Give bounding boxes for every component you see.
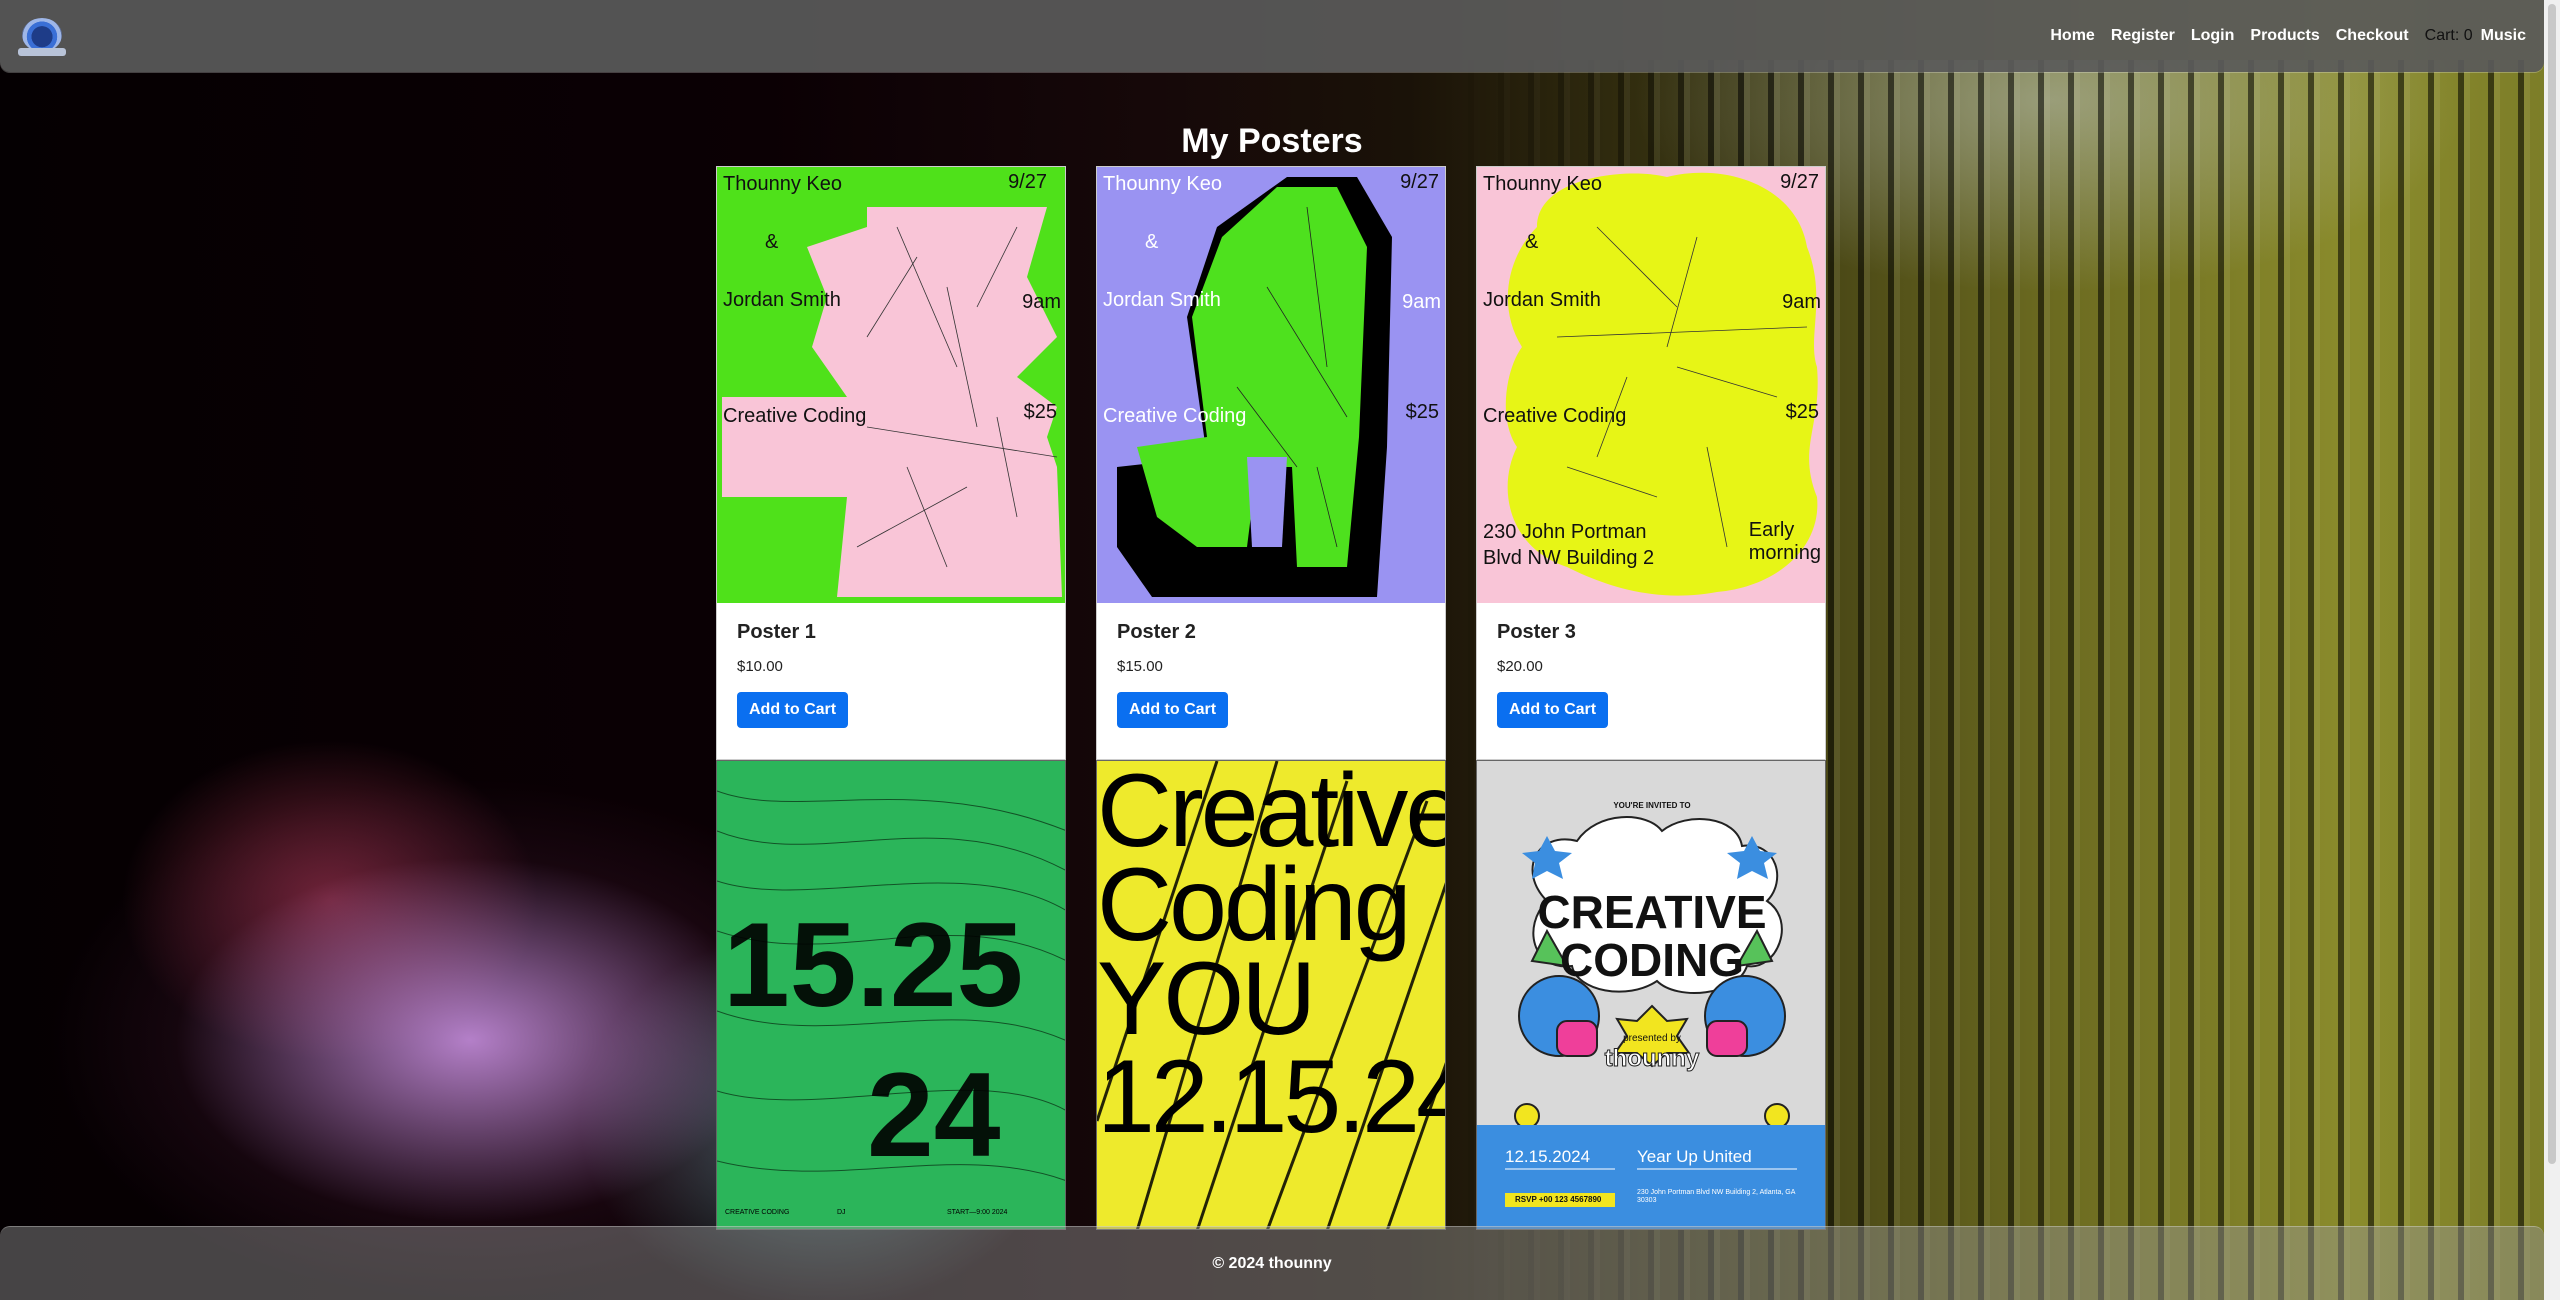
nav-login[interactable]: Login	[2191, 27, 2235, 45]
poster-date: 9/27	[1780, 171, 1819, 193]
poster-footer-right: START—9:00 2024	[947, 1209, 1008, 1216]
poster-names1: Thounny Keo	[1103, 173, 1222, 195]
nav-products[interactable]: Products	[2250, 27, 2319, 45]
page-footer: © 2024 thounny	[0, 1226, 2544, 1300]
add-to-cart-button[interactable]: Add to Cart	[737, 692, 849, 728]
poster-image[interactable]: 15.25 24 CREATIVE CODING DJ START—9:00 2…	[717, 761, 1065, 1229]
poster-time: 9am	[1022, 291, 1061, 313]
nav-register[interactable]: Register	[2111, 27, 2175, 45]
poster-time: 9am	[1402, 291, 1441, 313]
poster-event: Creative Coding	[723, 405, 867, 427]
nav-checkout[interactable]: Checkout	[2336, 27, 2409, 45]
poster-event: Creative Coding	[1483, 405, 1627, 427]
poster-presented: presented by	[1623, 1033, 1681, 1044]
product-name: Poster 2	[1117, 621, 1196, 643]
poster-scratches	[1097, 761, 1445, 1229]
add-to-cart-button[interactable]: Add to Cart	[1117, 692, 1229, 728]
product-price: $15.00	[1117, 658, 1163, 675]
nav-music[interactable]: Music	[2481, 27, 2526, 45]
card-body: Poster 1 $10.00 Add to Cart	[717, 603, 1065, 759]
product-card: Thounny Keo 9/27 & Jordan Smith 9am Crea…	[1476, 166, 1826, 760]
poster-title-line2: CODING	[1560, 934, 1744, 986]
poster-date: 9/27	[1400, 171, 1439, 193]
poster-fee: $25	[1785, 401, 1819, 423]
poster-names2: Jordan Smith	[723, 289, 841, 311]
card-body: Poster 3 $20.00 Add to Cart	[1477, 603, 1825, 759]
poster-image[interactable]: Thounny Keo 9/27 & Jordan Smith 9am Crea…	[1477, 167, 1825, 603]
footer-copyright: © 2024 thounny	[1212, 1254, 1332, 1272]
logo-base	[18, 48, 66, 56]
poster-image[interactable]: Thounny Keo 9/27 & Jordan Smith 9am Crea…	[1097, 167, 1445, 603]
product-card: Creative Coding YOU 12.15.24	[1096, 760, 1446, 1230]
poster-venue: Year Up United	[1637, 1147, 1752, 1166]
top-navbar: Home Register Login Products Checkout Ca…	[0, 0, 2544, 72]
poster-amp: &	[1145, 231, 1159, 253]
nav-links: Home Register Login Products Checkout Ca…	[2050, 27, 2526, 45]
poster-event: Creative Coding	[1103, 405, 1247, 427]
poster-when: Early morning	[1748, 519, 1821, 564]
product-card: 15.25 24 CREATIVE CODING DJ START—9:00 2…	[716, 760, 1066, 1230]
poster-amp: &	[1525, 231, 1539, 253]
poster-rsvp: RSVP +00 123 4567890	[1515, 1195, 1602, 1204]
page-title: My Posters	[1181, 122, 1363, 160]
poster-brand: thounny	[1604, 1045, 1700, 1073]
poster-footer-mid: DJ	[837, 1209, 846, 1216]
page-scrollbar[interactable]	[2544, 0, 2560, 1300]
product-name: Poster 3	[1497, 621, 1576, 643]
poster-address: 230 John Portman Blvd NW Building 2, Atl…	[1637, 1189, 1795, 1205]
poster-title-line1: CREATIVE	[1537, 886, 1767, 938]
product-price: $20.00	[1497, 658, 1543, 675]
poster-event-date: 12.15.2024	[1505, 1147, 1591, 1166]
poster-big-date: 15.25	[723, 898, 1024, 1032]
logo-ring	[22, 18, 62, 52]
card-body: Poster 2 $15.00 Add to Cart	[1097, 603, 1445, 759]
poster-time: 9am	[1782, 291, 1821, 313]
nav-home[interactable]: Home	[2050, 27, 2094, 45]
site-logo[interactable]	[18, 16, 66, 56]
poster-names1: Thounny Keo	[723, 173, 842, 195]
poster-big-year: 24	[867, 1048, 1001, 1182]
poster-amp: &	[765, 231, 779, 253]
cart-count[interactable]: Cart: 0	[2425, 27, 2473, 45]
poster-image[interactable]: Creative Coding YOU 12.15.24	[1097, 761, 1445, 1229]
product-grid: Thounny Keo 9/27 & Jordan Smith 9am Crea…	[716, 166, 1826, 1230]
poster-address1: 230 John Portman	[1483, 521, 1647, 543]
poster-names1: Thounny Keo	[1483, 173, 1602, 195]
poster-date: 9/27	[1008, 171, 1047, 193]
poster-fee: $25	[1023, 401, 1057, 423]
scrollbar-thumb[interactable]	[2548, 4, 2556, 1164]
poster-image[interactable]: YOU'RE INVITED TO CREATIVE CODING presen…	[1477, 761, 1825, 1229]
product-card: Thounny Keo 9/27 & Jordan Smith 9am Crea…	[716, 166, 1066, 760]
poster-image[interactable]: Thounny Keo 9/27 & Jordan Smith 9am Crea…	[717, 167, 1065, 603]
poster-footer-left: CREATIVE CODING	[725, 1209, 790, 1216]
poster-address2: Blvd NW Building 2	[1483, 547, 1655, 569]
poster-fee: $25	[1405, 401, 1439, 423]
poster-names2: Jordan Smith	[1103, 289, 1221, 311]
poster-names2: Jordan Smith	[1483, 289, 1601, 311]
add-to-cart-button[interactable]: Add to Cart	[1497, 692, 1609, 728]
product-name: Poster 1	[737, 621, 816, 643]
product-price: $10.00	[737, 658, 783, 675]
product-card: YOU'RE INVITED TO CREATIVE CODING presen…	[1476, 760, 1826, 1230]
product-card: Thounny Keo 9/27 & Jordan Smith 9am Crea…	[1096, 166, 1446, 760]
